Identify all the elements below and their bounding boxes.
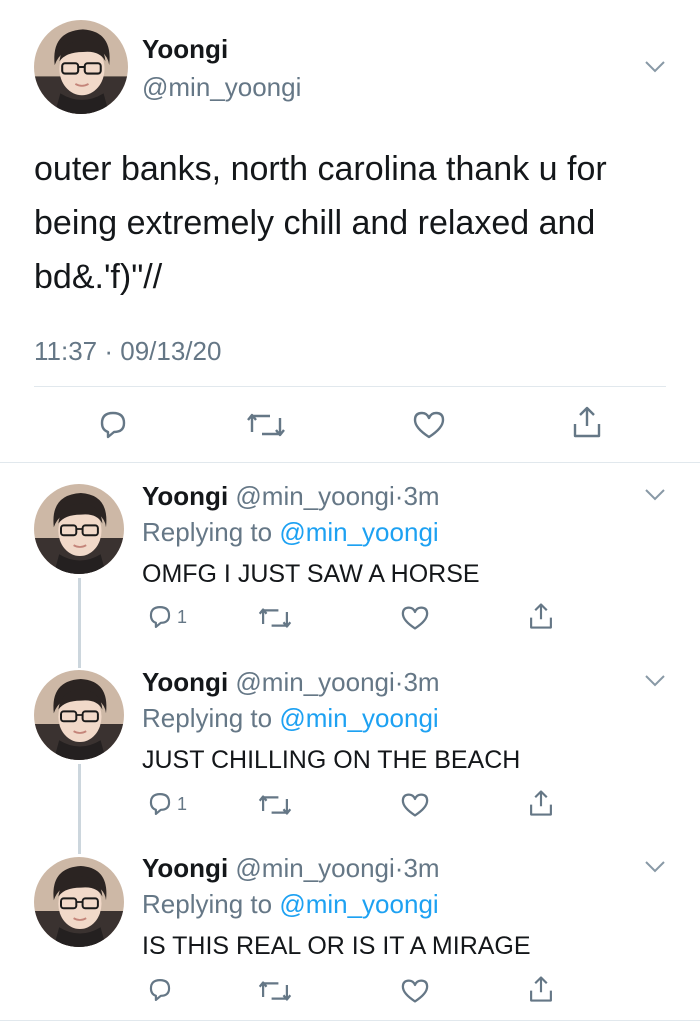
reply-text: JUST CHILLING ON THE BEACH — [142, 746, 521, 774]
author-name[interactable]: Yoongi — [142, 34, 228, 65]
author-handle[interactable]: @min_yoongi — [235, 481, 394, 511]
divider — [34, 386, 666, 387]
tweet-text-line: being extremely chill and relaxed and — [34, 204, 596, 242]
author-name[interactable]: Yoongi — [142, 853, 228, 883]
author-handle[interactable]: @min_yoongi — [235, 667, 394, 697]
replying-to: Replying to @min_yoongi — [142, 889, 439, 920]
reply-text: IS THIS REAL OR IS IT A MIRAGE — [142, 932, 531, 960]
reply-header: Yoongi @min_yoongi·3m — [142, 667, 440, 698]
reply-icon[interactable] — [146, 790, 174, 818]
heart-icon[interactable] — [400, 605, 430, 631]
tweet-timestamp[interactable]: 11:37 · 09/13/20 — [34, 336, 221, 367]
mention-link[interactable]: @min_yoongi — [279, 889, 438, 919]
author-name[interactable]: Yoongi — [142, 481, 228, 511]
reply-icon[interactable] — [146, 603, 174, 631]
reply-time[interactable]: 3m — [403, 853, 439, 883]
author-name[interactable]: Yoongi — [142, 667, 228, 697]
chevron-down-icon[interactable] — [644, 488, 666, 507]
heart-icon[interactable] — [412, 410, 446, 440]
avatar[interactable] — [34, 20, 128, 114]
chevron-down-icon[interactable] — [644, 860, 666, 879]
tweet-text-line: outer banks, north carolina thank u for — [34, 150, 607, 188]
reply-time[interactable]: 3m — [403, 481, 439, 511]
reply-count: 1 — [177, 607, 188, 627]
author-handle[interactable]: @min_yoongi — [142, 72, 301, 103]
retweet-icon[interactable] — [258, 792, 292, 818]
mention-link[interactable]: @min_yoongi — [279, 517, 438, 547]
replying-label: Replying to — [142, 703, 273, 733]
avatar[interactable] — [34, 484, 124, 574]
divider — [0, 462, 700, 463]
chevron-down-icon[interactable] — [644, 60, 666, 79]
reply-text: OMFG I JUST SAW A HORSE — [142, 560, 480, 588]
author-handle[interactable]: @min_yoongi — [235, 853, 394, 883]
replying-to: Replying to @min_yoongi — [142, 517, 439, 548]
share-icon[interactable] — [527, 974, 555, 1004]
thread-line — [78, 578, 81, 668]
tweet-text: outer banks, north carolina thank u for … — [34, 142, 674, 304]
share-icon[interactable] — [527, 601, 555, 631]
avatar[interactable] — [34, 670, 124, 760]
reply-header: Yoongi @min_yoongi·3m — [142, 481, 440, 512]
heart-icon[interactable] — [400, 978, 430, 1004]
mention-link[interactable]: @min_yoongi — [279, 703, 438, 733]
retweet-icon[interactable] — [258, 978, 292, 1004]
replying-label: Replying to — [142, 517, 273, 547]
share-icon[interactable] — [570, 404, 604, 440]
tweet-text-line: bd&.'f)"// — [34, 258, 163, 296]
share-icon[interactable] — [527, 788, 555, 818]
reply-icon[interactable] — [96, 408, 130, 442]
reply-time[interactable]: 3m — [403, 667, 439, 697]
replying-label: Replying to — [142, 889, 273, 919]
divider — [0, 1020, 700, 1021]
reply-count: 1 — [177, 794, 188, 814]
heart-icon[interactable] — [400, 792, 430, 818]
chevron-down-icon[interactable] — [644, 674, 666, 693]
reply-header: Yoongi @min_yoongi·3m — [142, 853, 440, 884]
avatar[interactable] — [34, 857, 124, 947]
thread-line — [78, 764, 81, 854]
replying-to: Replying to @min_yoongi — [142, 703, 439, 734]
retweet-icon[interactable] — [258, 605, 292, 631]
reply-icon[interactable] — [146, 976, 174, 1004]
retweet-icon[interactable] — [246, 410, 286, 440]
